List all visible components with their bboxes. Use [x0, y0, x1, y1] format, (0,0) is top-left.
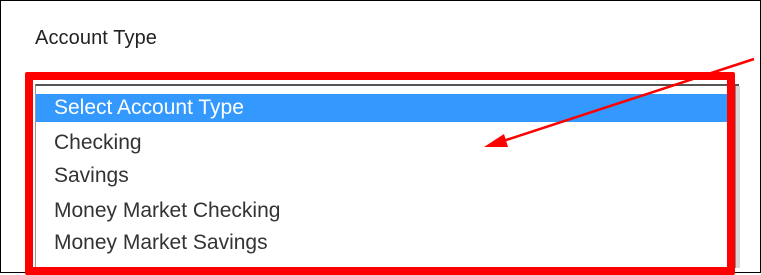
option-checking[interactable]: Checking: [36, 129, 142, 157]
option-money-market-checking[interactable]: Money Market Checking: [36, 197, 280, 225]
account-type-listbox[interactable]: Select Account Type Checking Savings Mon…: [35, 84, 740, 268]
listbox-scrollbar[interactable]: [735, 86, 740, 268]
option-select-account-type[interactable]: Select Account Type: [36, 94, 735, 122]
form-panel: Account Type Select Account Type Checkin…: [0, 0, 761, 275]
option-savings[interactable]: Savings: [36, 162, 129, 190]
account-type-label: Account Type: [35, 27, 158, 49]
option-money-market-savings[interactable]: Money Market Savings: [36, 229, 268, 257]
